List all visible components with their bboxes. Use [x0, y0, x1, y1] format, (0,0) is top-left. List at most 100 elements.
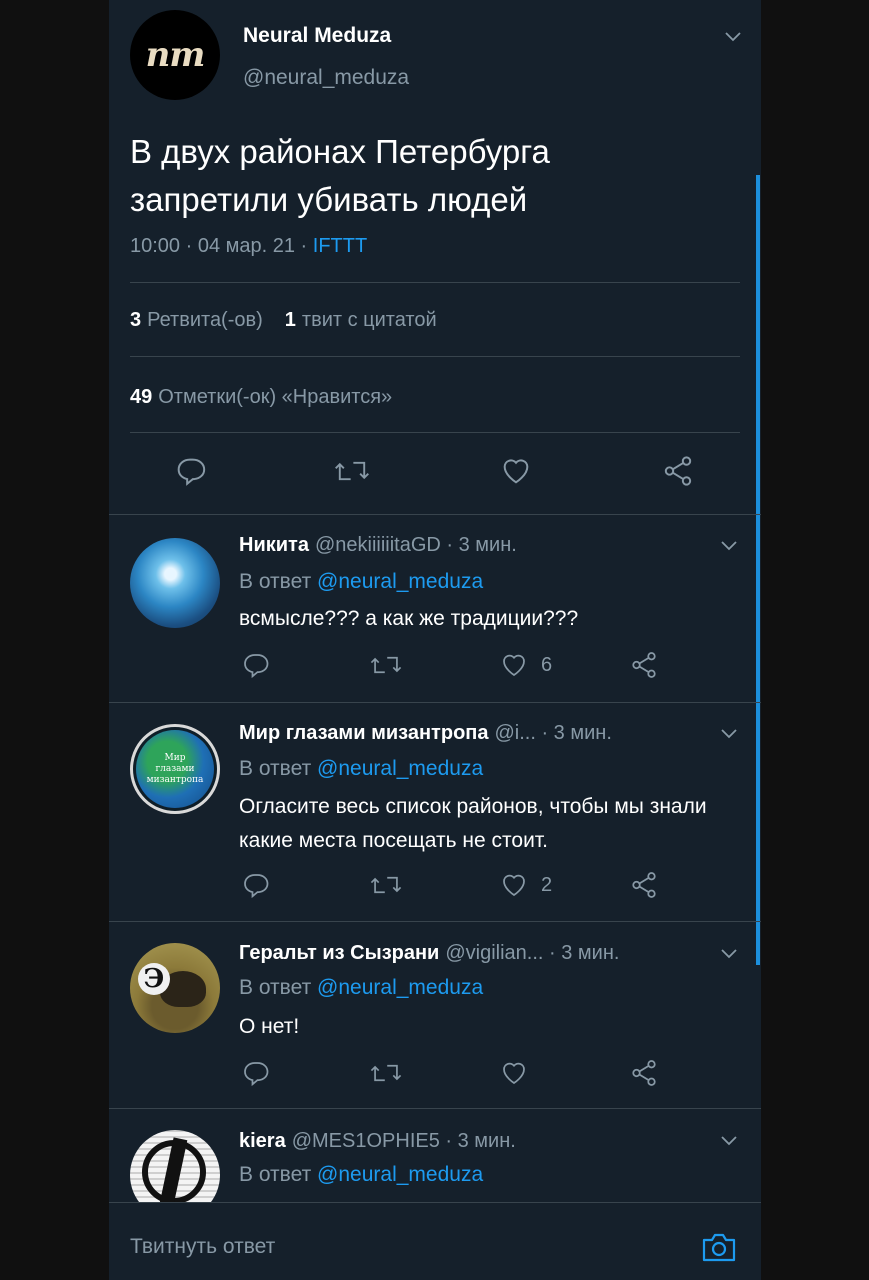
tweet-thread-screen: nm Neural Meduza @neural_meduza В двух р… [109, 0, 761, 1280]
retweet-button[interactable] [369, 650, 403, 680]
reply-avatar[interactable] [130, 538, 220, 628]
retweets-label: Ретвита(-ов) [147, 309, 263, 331]
like-button[interactable] [499, 454, 533, 488]
reply-compose-bar: Твитнуть ответ [109, 1202, 761, 1280]
reply-to-line: В ответ @neural_meduza [239, 570, 483, 594]
camera-icon[interactable] [701, 1231, 737, 1268]
reply-avatar[interactable]: Мир глазами мизантропа [130, 724, 220, 814]
divider [109, 1108, 761, 1109]
divider [109, 702, 761, 703]
retweet-icon [370, 1064, 402, 1082]
avatar-caption: Мир [164, 752, 186, 763]
avatar-caption: мизантропа [146, 774, 204, 785]
reply-meta: @nekiiiiiitaGD · 3 мин. [314, 534, 517, 556]
reply-actions: 2 [109, 870, 761, 910]
avatar-globe: Мир глазами мизантропа [136, 730, 214, 808]
reply-icon [244, 654, 269, 679]
reply-avatar[interactable]: Э [130, 943, 220, 1033]
reply-author-name[interactable]: Мир глазами мизантропа [239, 722, 488, 744]
reply-to-label: В ответ [239, 757, 318, 780]
like-button[interactable] [499, 1058, 529, 1088]
divider [130, 432, 740, 433]
reply-author-name[interactable]: Никита [239, 534, 309, 556]
like-count: 2 [541, 873, 553, 896]
likes-stats[interactable]: 49 Отметки(-ок) «Нравится» [130, 386, 392, 409]
avatar-caption: глазами [155, 763, 195, 774]
retweet-icon [370, 656, 402, 674]
heart-icon [503, 459, 529, 484]
reply-text: О нет! [239, 1015, 300, 1038]
retweet-stats[interactable]: 3 Ретвита(-ов) 1 твит с цитатой [130, 309, 437, 332]
like-button[interactable]: 2 [499, 870, 552, 900]
reply-author-name[interactable]: kiera [239, 1130, 286, 1152]
divider [130, 356, 740, 357]
tweet-actions [109, 452, 761, 492]
retweet-button[interactable] [369, 1058, 403, 1088]
share-button[interactable] [629, 1058, 659, 1088]
share-icon [632, 652, 656, 678]
reply-icon [244, 1062, 269, 1087]
reply-button[interactable] [173, 454, 207, 488]
retweet-icon [335, 461, 369, 481]
tweet-timestamp: 10:00 · 04 мар. 21 · IFTTT [130, 235, 367, 258]
share-button[interactable] [629, 650, 659, 680]
like-button[interactable]: 6 [499, 650, 552, 680]
reply-header: Никита @nekiiiiiitaGD · 3 мин. [239, 534, 517, 557]
quotes-label: твит с цитатой [301, 309, 437, 331]
reply-to-label: В ответ [239, 976, 318, 999]
reply-icon [244, 874, 269, 899]
retweet-icon [370, 876, 402, 894]
heart-icon [503, 874, 525, 897]
tweet-time: 10:00 · 04 мар. 21 · [130, 235, 313, 257]
like-count: 6 [541, 653, 553, 676]
chevron-down-icon[interactable] [721, 729, 737, 739]
reply-text: всмысле??? а как же традиции??? [239, 607, 579, 630]
chevron-down-icon[interactable] [725, 32, 741, 42]
reply-author-name[interactable]: Геральт из Сызрани [239, 942, 439, 964]
mention-link[interactable]: @neural_meduza [317, 1163, 483, 1186]
retweet-button[interactable] [333, 454, 371, 488]
tweet-source-link[interactable]: IFTTT [313, 235, 367, 257]
reply-to-label: В ответ [239, 570, 318, 593]
mention-link[interactable]: @neural_meduza [317, 976, 483, 999]
reply-actions: 6 [109, 650, 761, 690]
author-name[interactable]: Neural Meduza [243, 24, 391, 48]
reply-to-line: В ответ @neural_meduza [239, 976, 483, 1000]
mention-link[interactable]: @neural_meduza [317, 757, 483, 780]
tweet-text: В двух районах Петербурга запретили убив… [130, 133, 550, 218]
author-handle[interactable]: @neural_meduza [243, 66, 409, 90]
reply-to-label: В ответ [239, 1163, 318, 1186]
avatar-logo-text: nm [145, 35, 206, 75]
reply-header: Геральт из Сызрани @vigilian... · 3 мин. [239, 942, 619, 965]
reply-button[interactable] [240, 870, 270, 900]
likes-count: 49 [130, 386, 153, 408]
reply-header: Мир глазами мизантропа @i... · 3 мин. [239, 722, 612, 745]
divider [109, 921, 761, 922]
chevron-down-icon[interactable] [721, 541, 737, 551]
compose-input[interactable]: Твитнуть ответ [130, 1235, 275, 1259]
mention-link[interactable]: @neural_meduza [317, 570, 483, 593]
reply-actions [109, 1058, 761, 1098]
divider [130, 282, 740, 283]
likes-label: Отметки(-ок) «Нравится» [158, 386, 393, 408]
avatar-letter: Э [138, 963, 170, 995]
share-button[interactable] [629, 870, 659, 900]
scrollbar[interactable] [756, 175, 760, 965]
share-button[interactable] [661, 454, 695, 488]
reply-button[interactable] [240, 650, 270, 680]
reply-icon [177, 458, 206, 486]
author-avatar[interactable]: nm [130, 10, 220, 100]
divider [109, 514, 761, 515]
reply-button[interactable] [240, 1058, 270, 1088]
chevron-down-icon[interactable] [721, 1136, 737, 1146]
heart-icon [503, 654, 525, 677]
reply-to-line: В ответ @neural_meduza [239, 757, 483, 781]
share-icon [632, 1060, 656, 1086]
reply-to-line: В ответ @neural_meduza [239, 1163, 483, 1187]
reply-meta: @MES1OPHIE5 · 3 мин. [291, 1130, 516, 1152]
share-icon [664, 456, 692, 486]
retweet-button[interactable] [369, 870, 403, 900]
reply-header: kiera @MES1OPHIE5 · 3 мин. [239, 1130, 516, 1153]
heart-icon [503, 1062, 525, 1085]
chevron-down-icon[interactable] [721, 949, 737, 959]
